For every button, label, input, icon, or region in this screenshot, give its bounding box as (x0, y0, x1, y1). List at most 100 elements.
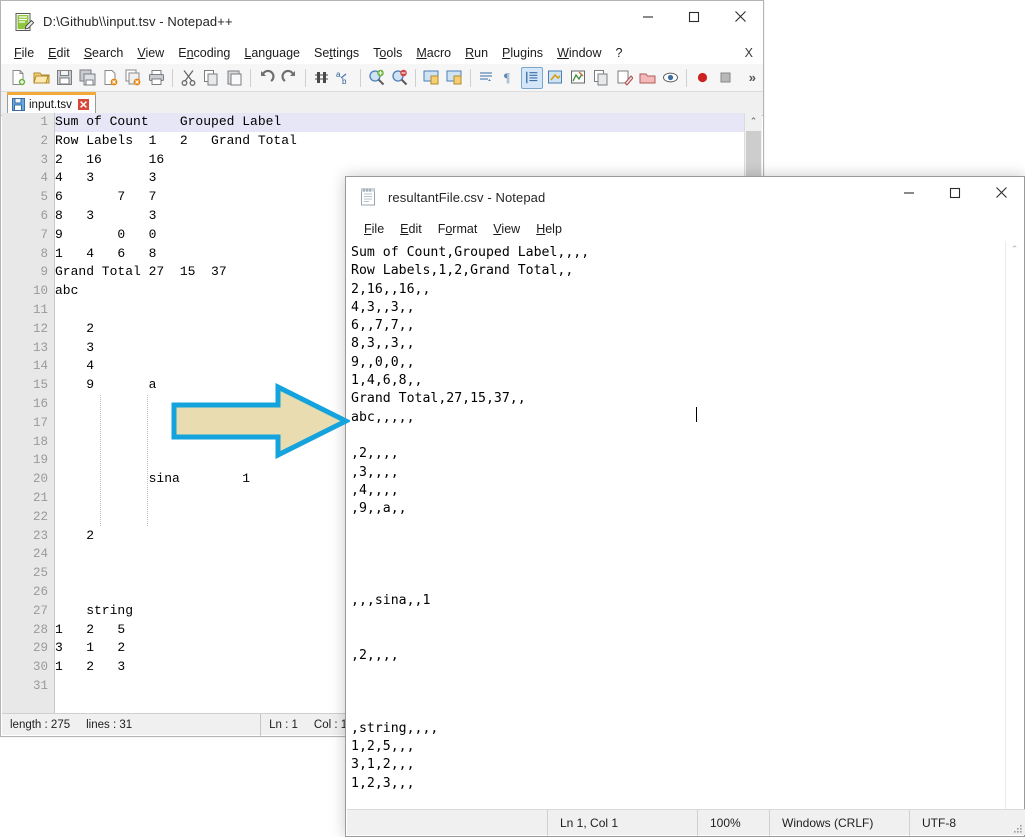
menu-help[interactable]: Help (528, 220, 570, 238)
cut-icon[interactable] (177, 67, 199, 89)
notepad-line[interactable]: Row Labels,1,2,Grand Total,, (351, 262, 1007, 280)
menu-edit[interactable]: Edit (41, 44, 77, 62)
notepad-line[interactable]: 1,2,5,,, (351, 738, 1007, 756)
notepad-vertical-scrollbar[interactable]: ⌃ (1005, 241, 1023, 811)
notepad-line[interactable]: 8,3,,3,, (351, 335, 1007, 353)
notepad-line[interactable] (351, 573, 1007, 591)
sync-horizontal-scroll-icon[interactable] (443, 67, 465, 89)
resize-grip-icon[interactable] (1007, 808, 1025, 837)
notepad-line[interactable] (351, 555, 1007, 573)
notepad-window[interactable]: resultantFile.csv - Notepad File Edit Fo… (345, 176, 1025, 837)
zoom-in-icon[interactable] (365, 67, 387, 89)
notepad-line[interactable]: ,4,,,, (351, 482, 1007, 500)
menu-run[interactable]: Run (458, 44, 495, 62)
menu-file[interactable]: File (356, 220, 392, 238)
notepad-line[interactable]: 1,2,3,,, (351, 775, 1007, 793)
copy-icon[interactable] (200, 67, 222, 89)
notepad-line[interactable] (351, 701, 1007, 719)
menu-help[interactable]: ? (609, 44, 630, 62)
menu-tools[interactable]: Tools (366, 44, 409, 62)
notepadpp-titlebar[interactable]: D:\Github\\input.tsv - Notepad++ (1, 1, 763, 42)
notepad-line[interactable]: ,,,sina,,1 (351, 592, 1007, 610)
indent-guide-icon[interactable] (521, 66, 543, 89)
menu-file[interactable]: File (7, 44, 41, 62)
save-all-icon[interactable] (76, 67, 98, 89)
menu-encoding[interactable]: Encoding (171, 44, 237, 62)
menu-edit[interactable]: Edit (392, 220, 430, 238)
menu-plugins[interactable]: Plugins (495, 44, 550, 62)
sync-vertical-scroll-icon[interactable] (420, 67, 442, 89)
new-file-icon[interactable] (7, 67, 29, 89)
open-file-icon[interactable] (30, 67, 52, 89)
notepad-line[interactable] (351, 665, 1007, 683)
eye-icon[interactable] (659, 67, 681, 89)
tab-input-tsv[interactable]: input.tsv (7, 92, 96, 115)
notepad-line[interactable] (351, 427, 1007, 445)
notepad-line[interactable]: 4,3,,3,, (351, 299, 1007, 317)
function-list-icon[interactable] (590, 67, 612, 89)
menu-macro[interactable]: Macro (409, 44, 458, 62)
user-defined-language-icon[interactable] (544, 67, 566, 89)
redo-icon[interactable] (278, 67, 300, 89)
menubar-close-document[interactable]: X (745, 46, 763, 60)
scroll-up-arrow[interactable]: ⌃ (745, 113, 762, 130)
minimize-button[interactable] (886, 178, 932, 208)
menu-language[interactable]: Language (237, 44, 307, 62)
notepad-line[interactable] (351, 683, 1007, 701)
editor-line[interactable]: Row Labels 1 2 Grand Total (55, 132, 745, 151)
close-all-files-icon[interactable] (122, 67, 144, 89)
record-macro-icon[interactable] (691, 67, 713, 89)
notepad-line[interactable]: ,2,,,, (351, 445, 1007, 463)
close-tab-icon[interactable] (77, 98, 90, 111)
notepad-line[interactable] (351, 537, 1007, 555)
minimize-button[interactable] (625, 2, 671, 32)
close-button[interactable] (717, 2, 763, 32)
notepad-menubar[interactable]: File Edit Format View Help (346, 218, 1024, 240)
notepad-titlebar[interactable]: resultantFile.csv - Notepad (346, 177, 1024, 218)
show-all-characters-icon[interactable]: ¶ (498, 67, 520, 89)
replace-icon[interactable]: ab (333, 67, 355, 89)
notepad-line[interactable] (351, 518, 1007, 536)
editor-line[interactable]: 2 16 16 (55, 151, 745, 170)
find-icon[interactable] (310, 67, 332, 89)
notepad-line[interactable] (351, 628, 1007, 646)
notepad-line[interactable]: 1,4,6,8,, (351, 372, 1007, 390)
notepad-line[interactable]: 2,16,,16,, (351, 281, 1007, 299)
monitoring-icon[interactable] (636, 67, 658, 89)
close-button[interactable] (978, 178, 1024, 208)
menu-settings[interactable]: Settings (307, 44, 366, 62)
document-map-icon[interactable] (567, 67, 589, 89)
menu-view[interactable]: View (130, 44, 171, 62)
save-icon[interactable] (53, 67, 75, 89)
notepad-line[interactable]: ,9,,a,, (351, 500, 1007, 518)
maximize-button[interactable] (671, 2, 717, 32)
notepad-line[interactable]: abc,,,,, (351, 409, 1007, 427)
menu-window[interactable]: Window (550, 44, 608, 62)
notepad-line[interactable]: ,2,,,, (351, 647, 1007, 665)
undo-icon[interactable] (255, 67, 277, 89)
menu-search[interactable]: Search (77, 44, 131, 62)
close-file-icon[interactable] (99, 67, 121, 89)
notepad-text-area[interactable]: Sum of Count,Grouped Label,,,, Row Labels… (347, 241, 1007, 811)
notepad-line[interactable]: 3,1,2,,, (351, 756, 1007, 774)
zoom-out-icon[interactable] (388, 67, 410, 89)
notepad-line[interactable]: 6,,7,7,, (351, 317, 1007, 335)
notepad-line[interactable]: ,3,,,, (351, 464, 1007, 482)
menu-view[interactable]: View (485, 220, 528, 238)
menu-format[interactable]: Format (430, 220, 486, 238)
scroll-up-arrow[interactable]: ⌃ (1006, 241, 1023, 258)
notepadpp-menubar[interactable]: File Edit Search View Encoding Language … (1, 42, 763, 64)
folder-as-workspace-icon[interactable] (613, 67, 635, 89)
notepad-line[interactable]: Grand Total,27,15,37,, (351, 390, 1007, 408)
notepad-line[interactable] (351, 610, 1007, 628)
stop-macro-icon[interactable] (714, 67, 736, 89)
notepadpp-toolbar[interactable]: ab ¶ » (1, 64, 763, 92)
word-wrap-icon[interactable] (475, 67, 497, 89)
notepad-line[interactable]: 9,,0,0,, (351, 354, 1007, 372)
editor-line[interactable]: Sum of Count Grouped Label (55, 113, 745, 132)
notepad-line[interactable]: ,string,,,, (351, 720, 1007, 738)
notepad-line[interactable]: Sum of Count,Grouped Label,,,, (351, 244, 1007, 262)
paste-icon[interactable] (223, 67, 245, 89)
toolbar-overflow-icon[interactable]: » (749, 70, 763, 85)
maximize-button[interactable] (932, 178, 978, 208)
